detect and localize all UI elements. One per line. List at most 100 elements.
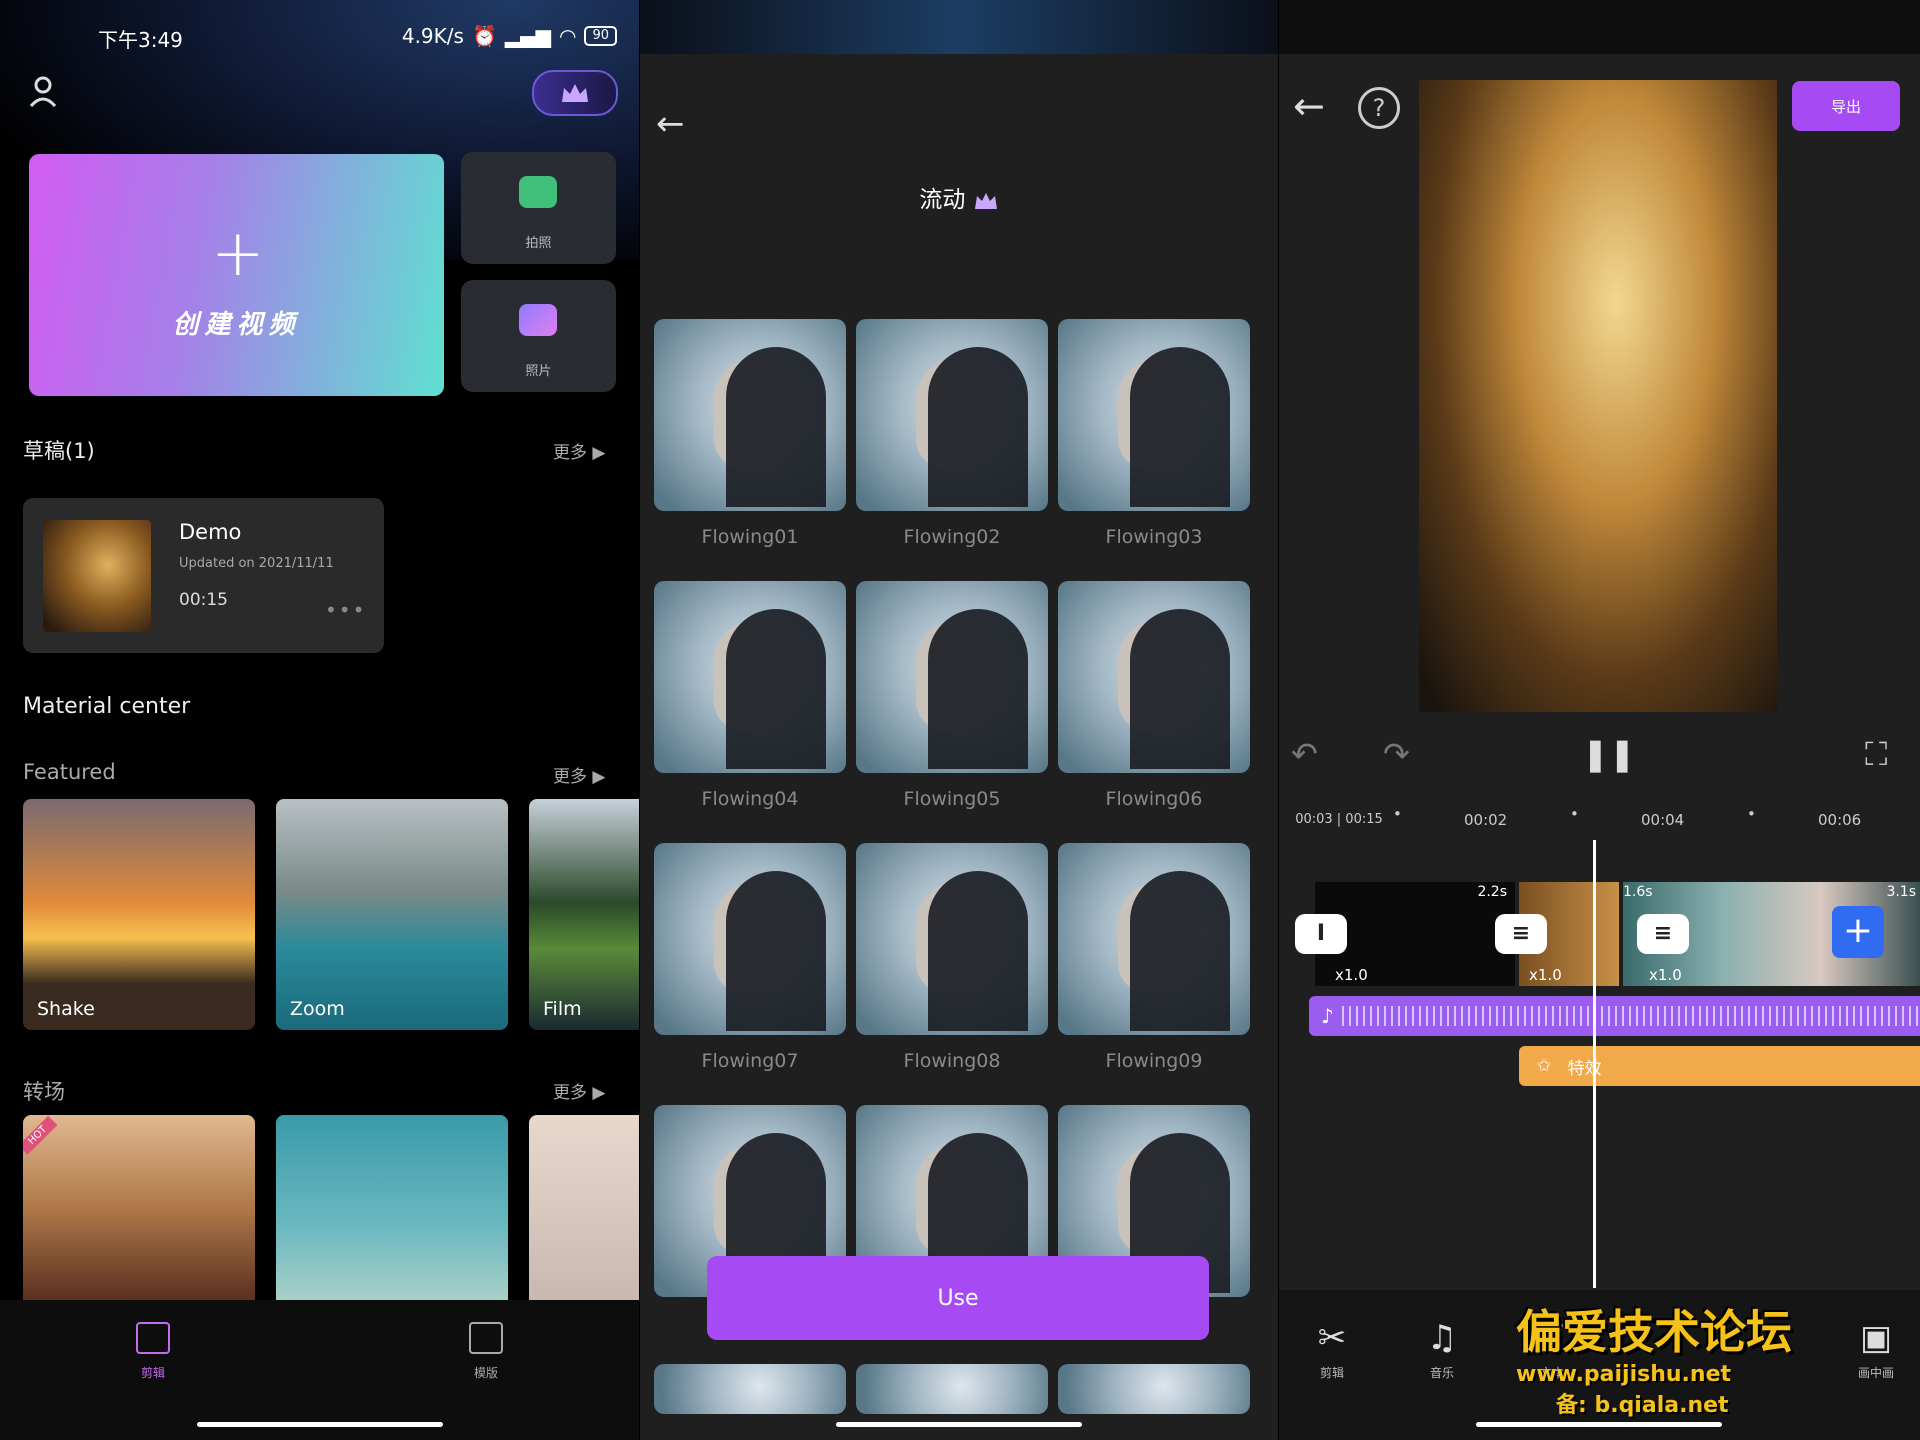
create-video-button[interactable]: + 创建视频 bbox=[29, 154, 444, 396]
draft-name: Demo bbox=[179, 520, 242, 544]
draft-item[interactable]: Demo Updated on 2021/11/11 00:15 ••• bbox=[23, 498, 384, 653]
vip-button[interactable] bbox=[532, 70, 618, 116]
template-label: Flowing04 bbox=[701, 788, 799, 810]
fullscreen-icon[interactable]: ⛶ bbox=[1865, 735, 1887, 774]
redo-icon[interactable]: ↷ bbox=[1383, 735, 1410, 773]
pause-icon[interactable]: ❚❚ bbox=[1582, 735, 1636, 773]
template-thumbnail[interactable] bbox=[856, 843, 1048, 1035]
portrait-hair bbox=[726, 871, 826, 1031]
template-label: Flowing02 bbox=[903, 526, 1001, 548]
portrait-hair bbox=[726, 609, 826, 769]
time-tick: 00:04 bbox=[1641, 811, 1685, 829]
album-button[interactable]: 照片 bbox=[461, 280, 616, 392]
featured-more-link[interactable]: 更多 ▶ bbox=[553, 762, 605, 787]
transition-handle[interactable]: ≡ bbox=[1637, 914, 1689, 954]
template-thumbnail[interactable] bbox=[856, 1364, 1048, 1414]
status-icons: 4.9K/s ⏰ ▂▄▆ ◠ 90 bbox=[402, 24, 617, 48]
template-thumbnail[interactable] bbox=[1058, 581, 1250, 773]
add-clip-button[interactable]: + bbox=[1832, 906, 1884, 958]
template-label: Flowing07 bbox=[701, 1050, 799, 1072]
back-arrow-icon[interactable]: ← bbox=[656, 104, 685, 144]
featured-title: Featured bbox=[23, 760, 116, 784]
clip-speed: x1.0 bbox=[1529, 966, 1562, 984]
video-preview[interactable] bbox=[1419, 80, 1777, 712]
status-area bbox=[640, 0, 1278, 54]
home-screen: 下午3:49 4.9K/s ⏰ ▂▄▆ ◠ 90 + 创建视频 拍照 照片 草稿… bbox=[0, 0, 639, 1440]
nav-template[interactable]: 模版 bbox=[446, 1322, 526, 1381]
scissors-icon: ✂ bbox=[1317, 1318, 1347, 1358]
transition-card[interactable]: HOT bbox=[23, 1115, 255, 1300]
back-arrow-icon[interactable]: ← bbox=[1293, 84, 1325, 128]
photo-icon bbox=[519, 304, 557, 336]
draft-date: Updated on 2021/11/11 bbox=[179, 556, 334, 571]
clip-speed: x1.0 bbox=[1649, 966, 1682, 984]
template-thumbnail[interactable] bbox=[1058, 319, 1250, 511]
portrait-hair bbox=[726, 347, 826, 507]
clip-speed: x1.0 bbox=[1335, 966, 1368, 984]
playhead[interactable] bbox=[1593, 840, 1596, 1288]
template-thumbnail[interactable] bbox=[654, 1364, 846, 1414]
clip-duration: 2.2s bbox=[1477, 884, 1507, 900]
trim-handle[interactable]: I bbox=[1295, 914, 1347, 954]
portrait-hair bbox=[928, 347, 1028, 507]
tool-cut[interactable]: ✂ 剪辑 bbox=[1297, 1318, 1367, 1381]
create-video-label: 创建视频 bbox=[172, 310, 301, 340]
wifi-icon: ◠ bbox=[559, 24, 577, 48]
transition-card[interactable] bbox=[529, 1115, 639, 1300]
more-options-icon[interactable]: ••• bbox=[325, 598, 366, 622]
effect-track[interactable]: ✩ 特效 bbox=[1519, 1046, 1920, 1086]
tick-dot: • bbox=[1747, 805, 1756, 823]
sparkle-icon: ✩ bbox=[1537, 1056, 1552, 1076]
hot-badge: HOT bbox=[23, 1116, 58, 1155]
tool-music[interactable]: ♫ 音乐 bbox=[1407, 1318, 1477, 1381]
template-label: Flowing09 bbox=[1105, 1050, 1203, 1072]
album-label: 照片 bbox=[525, 364, 552, 379]
transition-card[interactable] bbox=[276, 1115, 508, 1300]
template-thumbnail[interactable] bbox=[1058, 843, 1250, 1035]
music-note-icon: ♪ bbox=[1321, 1004, 1334, 1028]
profile-icon[interactable] bbox=[26, 74, 60, 108]
template-thumbnail[interactable] bbox=[654, 581, 846, 773]
status-area bbox=[1279, 0, 1920, 54]
camera-button[interactable]: 拍照 bbox=[461, 152, 616, 264]
home-indicator bbox=[197, 1422, 443, 1427]
featured-card-shake[interactable]: Shake bbox=[23, 799, 255, 1030]
featured-card-film[interactable]: Film bbox=[529, 799, 639, 1030]
template-title-text: 流动 bbox=[919, 187, 966, 213]
template-thumbnail[interactable] bbox=[1058, 1364, 1250, 1414]
draft-duration: 00:15 bbox=[179, 590, 228, 610]
audio-track[interactable]: ♪ bbox=[1309, 996, 1920, 1036]
clapper-icon bbox=[136, 1322, 170, 1354]
help-icon[interactable]: ? bbox=[1358, 87, 1400, 129]
template-thumbnail[interactable] bbox=[654, 319, 846, 511]
camera-label: 拍照 bbox=[525, 236, 552, 251]
watermark: 偏爱技术论坛 www.paijishu.net 备: b.qiala.net bbox=[1516, 1296, 1916, 1419]
alarm-icon: ⏰ bbox=[471, 24, 497, 48]
material-center-title: Material center bbox=[23, 694, 191, 719]
drafts-more-link[interactable]: 更多 ▶ bbox=[553, 438, 605, 463]
editor-screen: ← ? 导出 ↶ ↷ ❚❚ ⛶ 00:03 | 00:15 • 00:02 • … bbox=[1279, 0, 1920, 1440]
template-screen: ← 流动 Flowing01 Flowing02 Flowing03 Flowing0… bbox=[640, 0, 1278, 1440]
featured-label: Zoom bbox=[290, 998, 345, 1020]
transitions-more-link[interactable]: 更多 ▶ bbox=[553, 1078, 605, 1103]
tick-dot: • bbox=[1393, 805, 1402, 823]
template-thumbnail[interactable] bbox=[856, 581, 1048, 773]
signal-icon: ▂▄▆ bbox=[504, 24, 551, 48]
use-button[interactable]: Use bbox=[707, 1256, 1209, 1340]
template-label: Flowing08 bbox=[903, 1050, 1001, 1072]
template-icon bbox=[469, 1322, 503, 1354]
template-label: Flowing05 bbox=[903, 788, 1001, 810]
nav-edit[interactable]: 剪辑 bbox=[113, 1322, 193, 1381]
crown-icon bbox=[974, 192, 997, 209]
portrait-hair bbox=[1130, 871, 1230, 1031]
portrait-hair bbox=[928, 871, 1028, 1031]
transition-handle[interactable]: ≡ bbox=[1495, 914, 1547, 954]
template-thumbnail[interactable] bbox=[654, 843, 846, 1035]
template-thumbnail[interactable] bbox=[856, 319, 1048, 511]
audio-waveform bbox=[1341, 1006, 1920, 1026]
template-label: Flowing06 bbox=[1105, 788, 1203, 810]
nav-template-label: 模版 bbox=[473, 1366, 498, 1380]
undo-icon[interactable]: ↶ bbox=[1291, 735, 1318, 773]
export-button[interactable]: 导出 bbox=[1792, 81, 1900, 131]
featured-card-zoom[interactable]: Zoom bbox=[276, 799, 508, 1030]
